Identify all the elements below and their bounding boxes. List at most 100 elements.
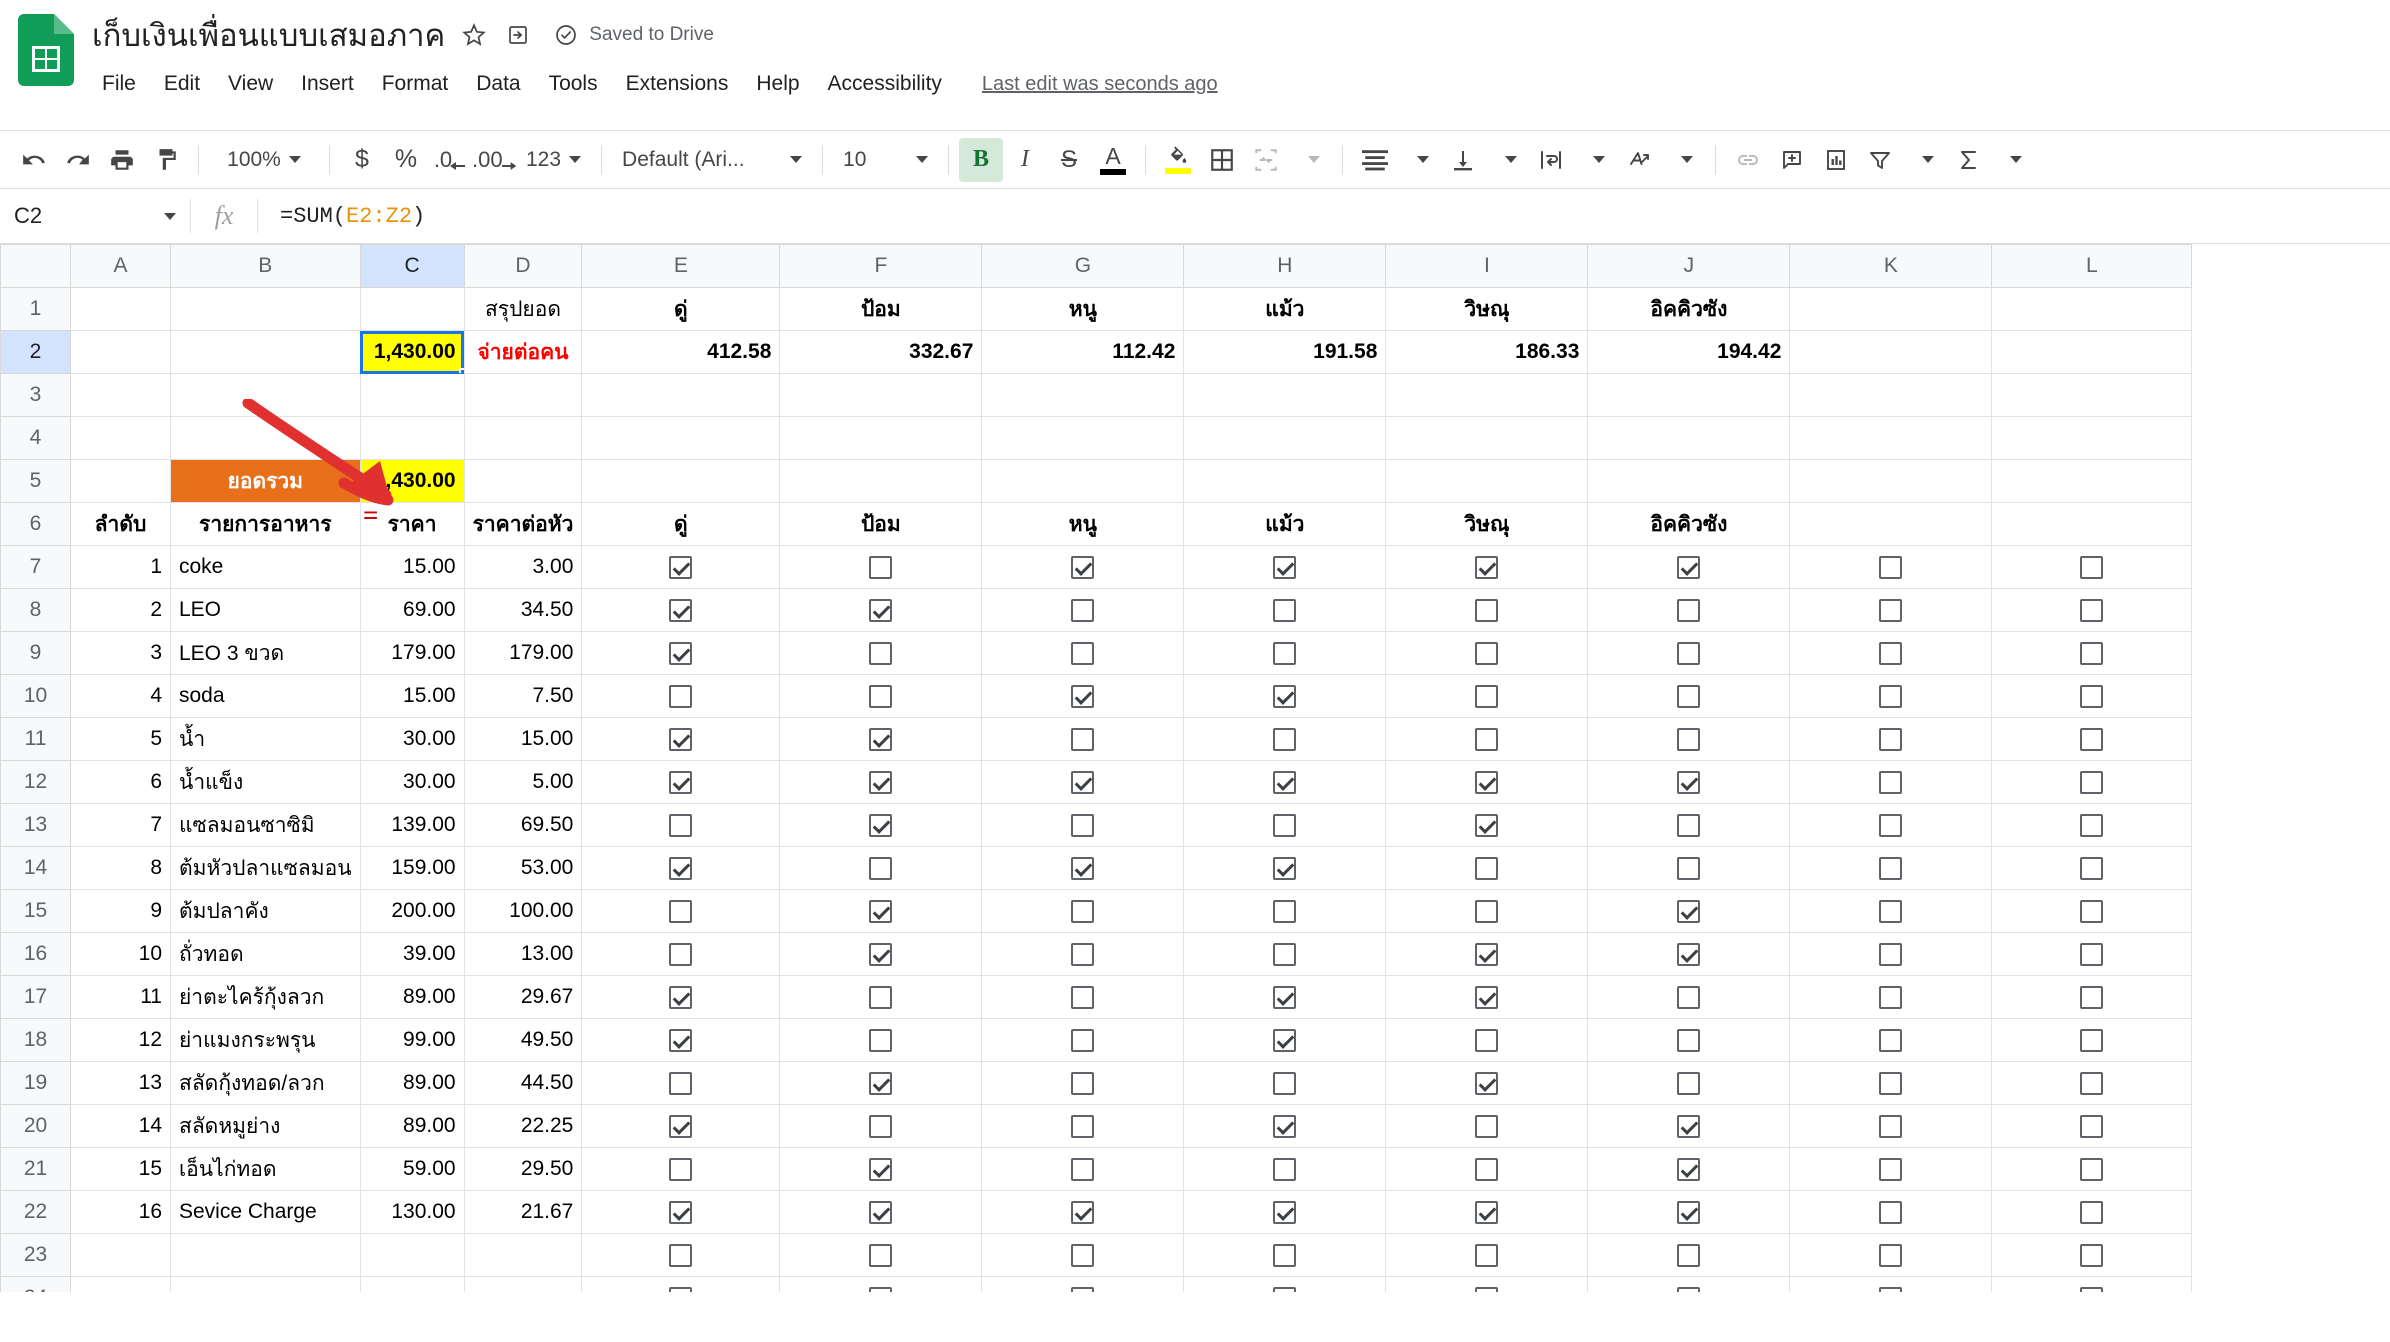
- checkbox-checked[interactable]: [1475, 555, 1499, 579]
- cell-J10[interactable]: [1587, 674, 1791, 718]
- checkbox-checked[interactable]: [1677, 1157, 1701, 1181]
- cell-C22[interactable]: 130.00: [359, 1190, 465, 1234]
- cell-E20[interactable]: [581, 1104, 781, 1148]
- checkbox-checked[interactable]: [1677, 555, 1701, 579]
- strikethrough-button[interactable]: S: [1047, 138, 1091, 182]
- checkbox-unchecked[interactable]: [869, 1028, 893, 1052]
- checkbox-unchecked[interactable]: [1879, 1071, 1903, 1095]
- cell-B16[interactable]: ถั่วทอด: [170, 932, 361, 976]
- cell-I15[interactable]: [1385, 889, 1589, 933]
- cell-D12[interactable]: 5.00: [463, 760, 583, 804]
- chevron-down-icon[interactable]: [1573, 138, 1617, 182]
- cell-A21[interactable]: 15: [70, 1147, 171, 1191]
- checkbox-unchecked[interactable]: [1071, 1157, 1095, 1181]
- cell-H11[interactable]: [1183, 717, 1387, 761]
- cell-K4[interactable]: [1789, 416, 1993, 460]
- menu-extensions[interactable]: Extensions: [612, 68, 743, 100]
- redo-icon[interactable]: [56, 138, 100, 182]
- cell-J19[interactable]: [1587, 1061, 1791, 1105]
- cell-C2-selected[interactable]: 1,430.00: [359, 330, 465, 374]
- cell-I21[interactable]: [1385, 1147, 1589, 1191]
- cell-D21[interactable]: 29.50: [463, 1147, 583, 1191]
- checkbox-checked[interactable]: [669, 856, 693, 880]
- cell-L18[interactable]: [1991, 1018, 2193, 1062]
- checkbox-unchecked[interactable]: [1071, 1286, 1095, 1292]
- checkbox-unchecked[interactable]: [869, 856, 893, 880]
- col-header-F[interactable]: F: [779, 244, 983, 288]
- cell-G17[interactable]: [981, 975, 1185, 1019]
- cell-C13[interactable]: 139.00: [359, 803, 465, 847]
- cell-H12[interactable]: [1183, 760, 1387, 804]
- cell-B15[interactable]: ต้มปลาคัง: [170, 889, 361, 933]
- cell-I2[interactable]: 186.33: [1385, 330, 1589, 374]
- cell-F16[interactable]: [779, 932, 983, 976]
- checkbox-unchecked[interactable]: [2080, 985, 2104, 1009]
- cell-J23[interactable]: [1587, 1233, 1791, 1277]
- checkbox-unchecked[interactable]: [2080, 856, 2104, 880]
- cell-B18[interactable]: ย่าแมงกระพรุน: [170, 1018, 361, 1062]
- cell-I11[interactable]: [1385, 717, 1589, 761]
- col-header-E[interactable]: E: [581, 244, 781, 288]
- cell-L23[interactable]: [1991, 1233, 2193, 1277]
- create-filter-icon[interactable]: [1858, 138, 1902, 182]
- checkbox-unchecked[interactable]: [1677, 813, 1701, 837]
- cell-B7[interactable]: coke: [170, 545, 361, 589]
- row-header-4[interactable]: 4: [0, 416, 71, 460]
- checkbox-checked[interactable]: [669, 1028, 693, 1052]
- cell-L19[interactable]: [1991, 1061, 2193, 1105]
- cell-E5[interactable]: [581, 459, 781, 503]
- cell-I20[interactable]: [1385, 1104, 1589, 1148]
- cell-B10[interactable]: soda: [170, 674, 361, 718]
- cell-I1[interactable]: วิษณุ: [1385, 287, 1589, 331]
- cell-B12[interactable]: น้ำแข็ง: [170, 760, 361, 804]
- cell-F14[interactable]: [779, 846, 983, 890]
- cell-J6[interactable]: อิคคิวซัง: [1587, 502, 1791, 546]
- cell-L11[interactable]: [1991, 717, 2193, 761]
- cell-G1[interactable]: หนู: [981, 287, 1185, 331]
- vertical-align-icon[interactable]: [1441, 138, 1485, 182]
- checkbox-unchecked[interactable]: [1475, 1286, 1499, 1292]
- cell-H3[interactable]: [1183, 373, 1387, 417]
- checkbox-unchecked[interactable]: [1677, 684, 1701, 708]
- cell-B21[interactable]: เอ็นไก่ทอด: [170, 1147, 361, 1191]
- cell-B22[interactable]: Sevice Charge: [170, 1190, 361, 1234]
- cell-J8[interactable]: [1587, 588, 1791, 632]
- checkbox-unchecked[interactable]: [2080, 899, 2104, 923]
- cell-F2[interactable]: 332.67: [779, 330, 983, 374]
- cell-F5[interactable]: [779, 459, 983, 503]
- cell-H13[interactable]: [1183, 803, 1387, 847]
- cell-A16[interactable]: 10: [70, 932, 171, 976]
- cell-E3[interactable]: [581, 373, 781, 417]
- cell-G14[interactable]: [981, 846, 1185, 890]
- checkbox-unchecked[interactable]: [1071, 598, 1095, 622]
- cell-F24[interactable]: [779, 1276, 983, 1292]
- move-to-folder-icon[interactable]: [503, 20, 533, 50]
- cell-D5[interactable]: [463, 459, 583, 503]
- checkbox-unchecked[interactable]: [1879, 1200, 1903, 1224]
- functions-icon[interactable]: [1946, 138, 1990, 182]
- cell-G22[interactable]: [981, 1190, 1185, 1234]
- cell-K2[interactable]: [1789, 330, 1993, 374]
- cell-C15[interactable]: 200.00: [359, 889, 465, 933]
- checkbox-checked[interactable]: [1071, 1200, 1095, 1224]
- checkbox-unchecked[interactable]: [869, 1114, 893, 1138]
- cell-H23[interactable]: [1183, 1233, 1387, 1277]
- cell-C21[interactable]: 59.00: [359, 1147, 465, 1191]
- cell-K24[interactable]: [1789, 1276, 1993, 1292]
- checkbox-unchecked[interactable]: [2080, 727, 2104, 751]
- checkbox-checked[interactable]: [1273, 1028, 1297, 1052]
- cell-A17[interactable]: 11: [70, 975, 171, 1019]
- checkbox-checked[interactable]: [1475, 1071, 1499, 1095]
- cell-D3[interactable]: [463, 373, 583, 417]
- checkbox-unchecked[interactable]: [669, 1071, 693, 1095]
- checkbox-checked[interactable]: [1475, 942, 1499, 966]
- checkbox-checked[interactable]: [1273, 555, 1297, 579]
- cell-G9[interactable]: [981, 631, 1185, 675]
- checkbox-unchecked[interactable]: [2080, 1243, 2104, 1267]
- cell-B20[interactable]: สลัดหมูย่าง: [170, 1104, 361, 1148]
- row-header-19[interactable]: 19: [0, 1061, 71, 1105]
- checkbox-unchecked[interactable]: [1071, 813, 1095, 837]
- checkbox-checked[interactable]: [869, 727, 893, 751]
- checkbox-unchecked[interactable]: [1273, 727, 1297, 751]
- cell-A22[interactable]: 16: [70, 1190, 171, 1234]
